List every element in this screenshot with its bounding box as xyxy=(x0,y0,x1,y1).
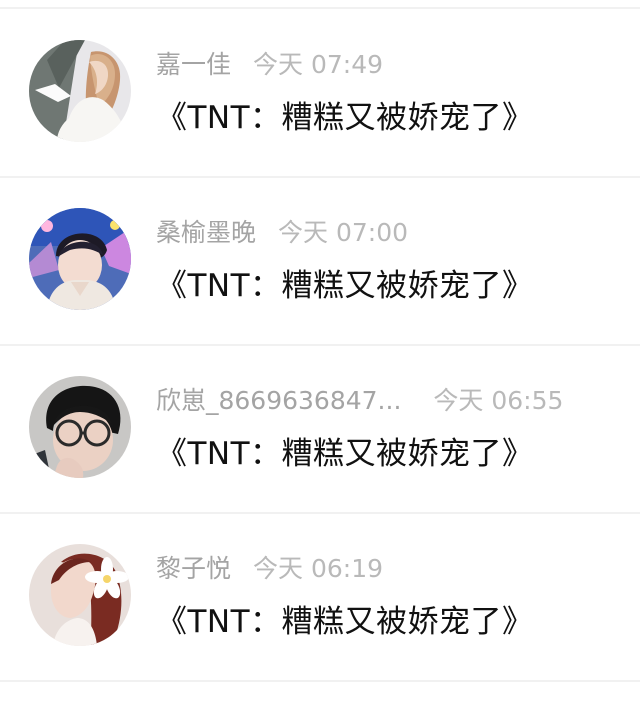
timestamp: 今天 07:49 xyxy=(253,50,384,79)
avatar[interactable] xyxy=(29,208,131,310)
avatar[interactable] xyxy=(29,544,131,646)
comment-text: 《TNT：糟糕又被娇宠了》 xyxy=(156,268,534,304)
comment-item[interactable]: 桑榆墨晚 今天 07:00 《TNT：糟糕又被娇宠了》 xyxy=(0,178,640,346)
comment-text: 《TNT：糟糕又被娇宠了》 xyxy=(156,604,534,640)
timestamp: 今天 06:55 xyxy=(433,386,564,415)
comment-text: 《TNT：糟糕又被娇宠了》 xyxy=(156,436,534,472)
avatar[interactable] xyxy=(29,40,131,142)
timestamp: 今天 07:00 xyxy=(278,218,409,247)
username[interactable]: 桑榆墨晚 xyxy=(156,217,256,249)
timestamp: 今天 06:19 xyxy=(253,554,384,583)
username[interactable]: 嘉一佳 xyxy=(156,49,231,81)
comment-meta: 嘉一佳 今天 07:49 xyxy=(156,49,383,81)
comment-item[interactable]: 欣崽_8669636847... 今天 06:55 《TNT：糟糕又被娇宠了》 xyxy=(0,346,640,514)
comment-text: 《TNT：糟糕又被娇宠了》 xyxy=(156,100,534,136)
comment-item[interactable]: 黎子悦 今天 06:19 《TNT：糟糕又被娇宠了》 xyxy=(0,514,640,682)
comment-meta: 欣崽_8669636847... 今天 06:55 xyxy=(156,385,563,417)
comment-feed: 嘉一佳今天 07:49 《TNT：糟糕又被娇宠了》 桑榆墨晚今天 07:00 xyxy=(0,0,640,701)
username[interactable]: 黎子悦 xyxy=(156,553,231,585)
top-divider xyxy=(0,7,640,9)
username[interactable]: 欣崽_8669636847... xyxy=(156,385,401,417)
divider xyxy=(0,680,640,682)
comment-meta: 桑榆墨晚 今天 07:00 xyxy=(156,217,408,249)
avatar[interactable] xyxy=(29,376,131,478)
comment-meta: 黎子悦 今天 06:19 xyxy=(156,553,383,585)
comment-item[interactable]: 嘉一佳 今天 07:49 《TNT：糟糕又被娇宠了》 xyxy=(0,10,640,178)
